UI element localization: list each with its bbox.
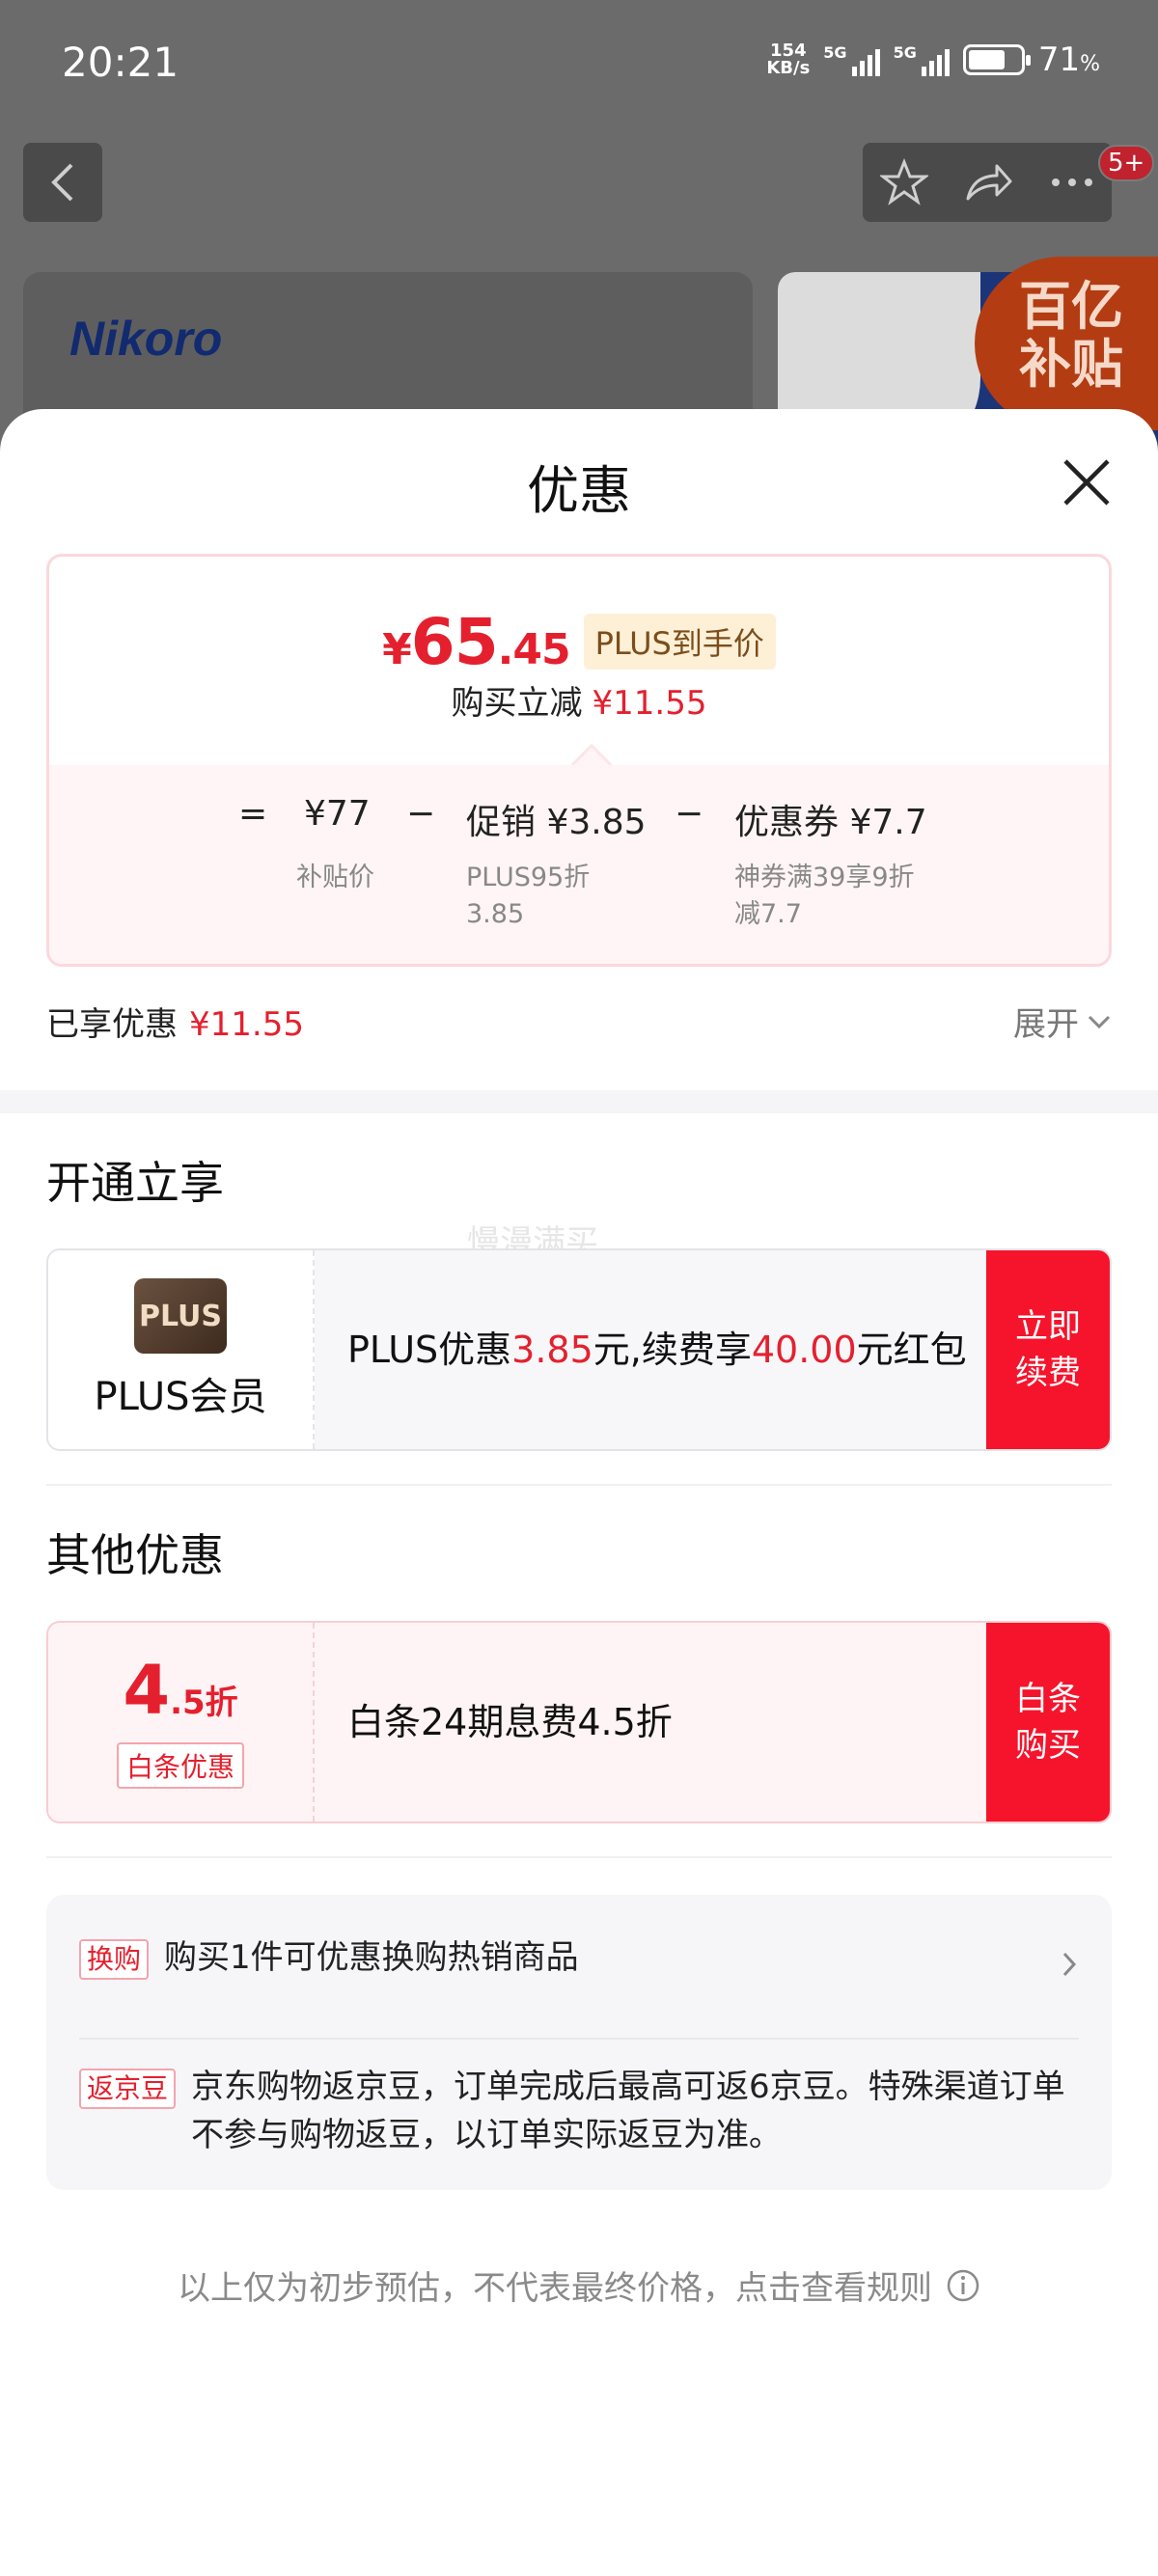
price-summary: ¥65.45 PLUS到手价 购买立减 ¥11.55 = ¥77 − 促销 ¥3.… [46,554,1112,967]
baitiao-buy-button[interactable]: 白条 购买 [986,1623,1110,1822]
base-price: ¥77 [304,794,371,834]
brand-logo: Nikoro [69,312,223,366]
signal-icon: 5G [823,43,880,76]
top-actions [863,143,1112,222]
network-speed: 154 KB/s [766,41,811,78]
jingdou-tag: 返京豆 [79,2069,177,2109]
signal-icon-2: 5G [894,43,950,76]
baitiao-discount-value: 4.5折 [123,1650,238,1730]
subsidy-badge: 百亿 补贴 [975,257,1158,430]
chevron-right-icon[interactable] [1062,1951,1077,1978]
battery-percent: 71% [1037,41,1100,79]
base-price-label: 补贴价 [296,863,374,892]
minus-sign: − [406,794,436,834]
expand-button[interactable]: 展开 [1013,998,1112,1045]
plus-offer-text: PLUS优惠3.85元,续费享40.00元红包 [347,1329,967,1371]
open-section-title: 开通立享 [46,1157,224,1209]
star-icon[interactable] [880,158,929,206]
jingdou-text: 京东购物返京豆，订单完成后最高可返6京豆。特殊渠道订单不参与购物返豆，以订单实际… [191,2068,1065,2154]
divider-line [46,1484,1112,1486]
status-time: 20:21 [62,39,179,86]
chevron-down-icon [1088,1015,1111,1028]
exchange-tag: 换购 [79,1939,150,1980]
info-icon [947,2269,979,2301]
exchange-row[interactable]: 换购 购买1件可优惠换购热销商品 [79,1933,1079,1982]
enjoyed-discount: 已享优惠 ¥11.55 [46,1005,304,1044]
sheet-title: 优惠 [527,460,631,521]
info-divider [79,2038,1079,2040]
status-bar: 20:21 154 KB/s 5G 5G 71% [0,0,1158,130]
plus-member-label: PLUS会员 [94,1375,267,1419]
back-button[interactable] [23,143,102,222]
baitiao-tag: 白条优惠 [116,1741,244,1789]
rules-note[interactable]: 以上仅为初步预估，不代表最终价格，点击查看规则 [0,2261,1158,2309]
plus-member-badge: PLUS PLUS会员 [48,1250,315,1449]
final-price: ¥65.45 [382,605,570,679]
divider-line-2 [46,1856,1112,1858]
price-breakdown: = ¥77 − 促销 ¥3.85 − 优惠券 ¥7.7 补贴价 PLUS95折 3… [49,765,1109,964]
baitiao-offer-text: 白条24期息费4.5折 [347,1701,673,1743]
coupon-amount: 优惠券 ¥7.7 [734,803,927,842]
exchange-text: 购买1件可优惠换购热销商品 [164,1938,579,1977]
final-price-row: ¥65.45 PLUS到手价 [49,605,1109,679]
baitiao-offer-card: 4.5折 白条优惠 白条24期息费4.5折 白条 购买 [46,1621,1112,1823]
background-page: 20:21 154 KB/s 5G 5G 71% 5+ Nikoro 百亿 补贴 [0,0,1158,465]
other-section-title: 其他优惠 [46,1529,224,1581]
battery-icon [962,44,1031,75]
plus-price-tag: PLUS到手价 [583,614,776,670]
discount-sheet: 优惠 ¥65.45 PLUS到手价 购买立减 ¥11.55 = ¥77 − 促销 … [0,409,1158,2576]
coupon-detail: 神券满39享9折 减7.7 [734,863,915,929]
equals-sign: = [238,794,268,834]
promo-detail: PLUS95折 3.85 [466,863,591,929]
promo-amount: 促销 ¥3.85 [466,803,647,842]
plus-offer-card: PLUS PLUS会员 PLUS优惠3.85元,续费享40.00元红包 立即 续费 [46,1248,1112,1451]
renew-button[interactable]: 立即 续费 [986,1250,1110,1449]
jingdou-row: 返京豆 京东购物返京豆，订单完成后最高可返6京豆。特殊渠道订单不参与购物返豆，以… [79,2063,1079,2159]
notification-badge: 5+ [1098,145,1155,181]
close-icon [1063,459,1110,506]
close-button[interactable] [1056,452,1117,513]
extra-benefits: 换购 购买1件可优惠换购热销商品 返京豆 京东购物返京豆，订单完成后最高可返6京… [46,1895,1112,2190]
instant-reduction: 购买立减 ¥11.55 [451,684,707,723]
more-icon[interactable] [1050,177,1094,188]
section-divider [0,1090,1158,1113]
share-icon[interactable] [964,160,1014,205]
status-icons: 154 KB/s 5G 5G 71% [766,41,1100,79]
chevron-left-icon [51,163,73,202]
rules-note-text: 以上仅为初步预估，不代表最终价格，点击查看规则 [178,2269,932,2308]
minus-sign-2: − [675,794,704,834]
baitiao-discount-badge: 4.5折 白条优惠 [48,1623,315,1822]
plus-logo-icon: PLUS [134,1278,227,1354]
